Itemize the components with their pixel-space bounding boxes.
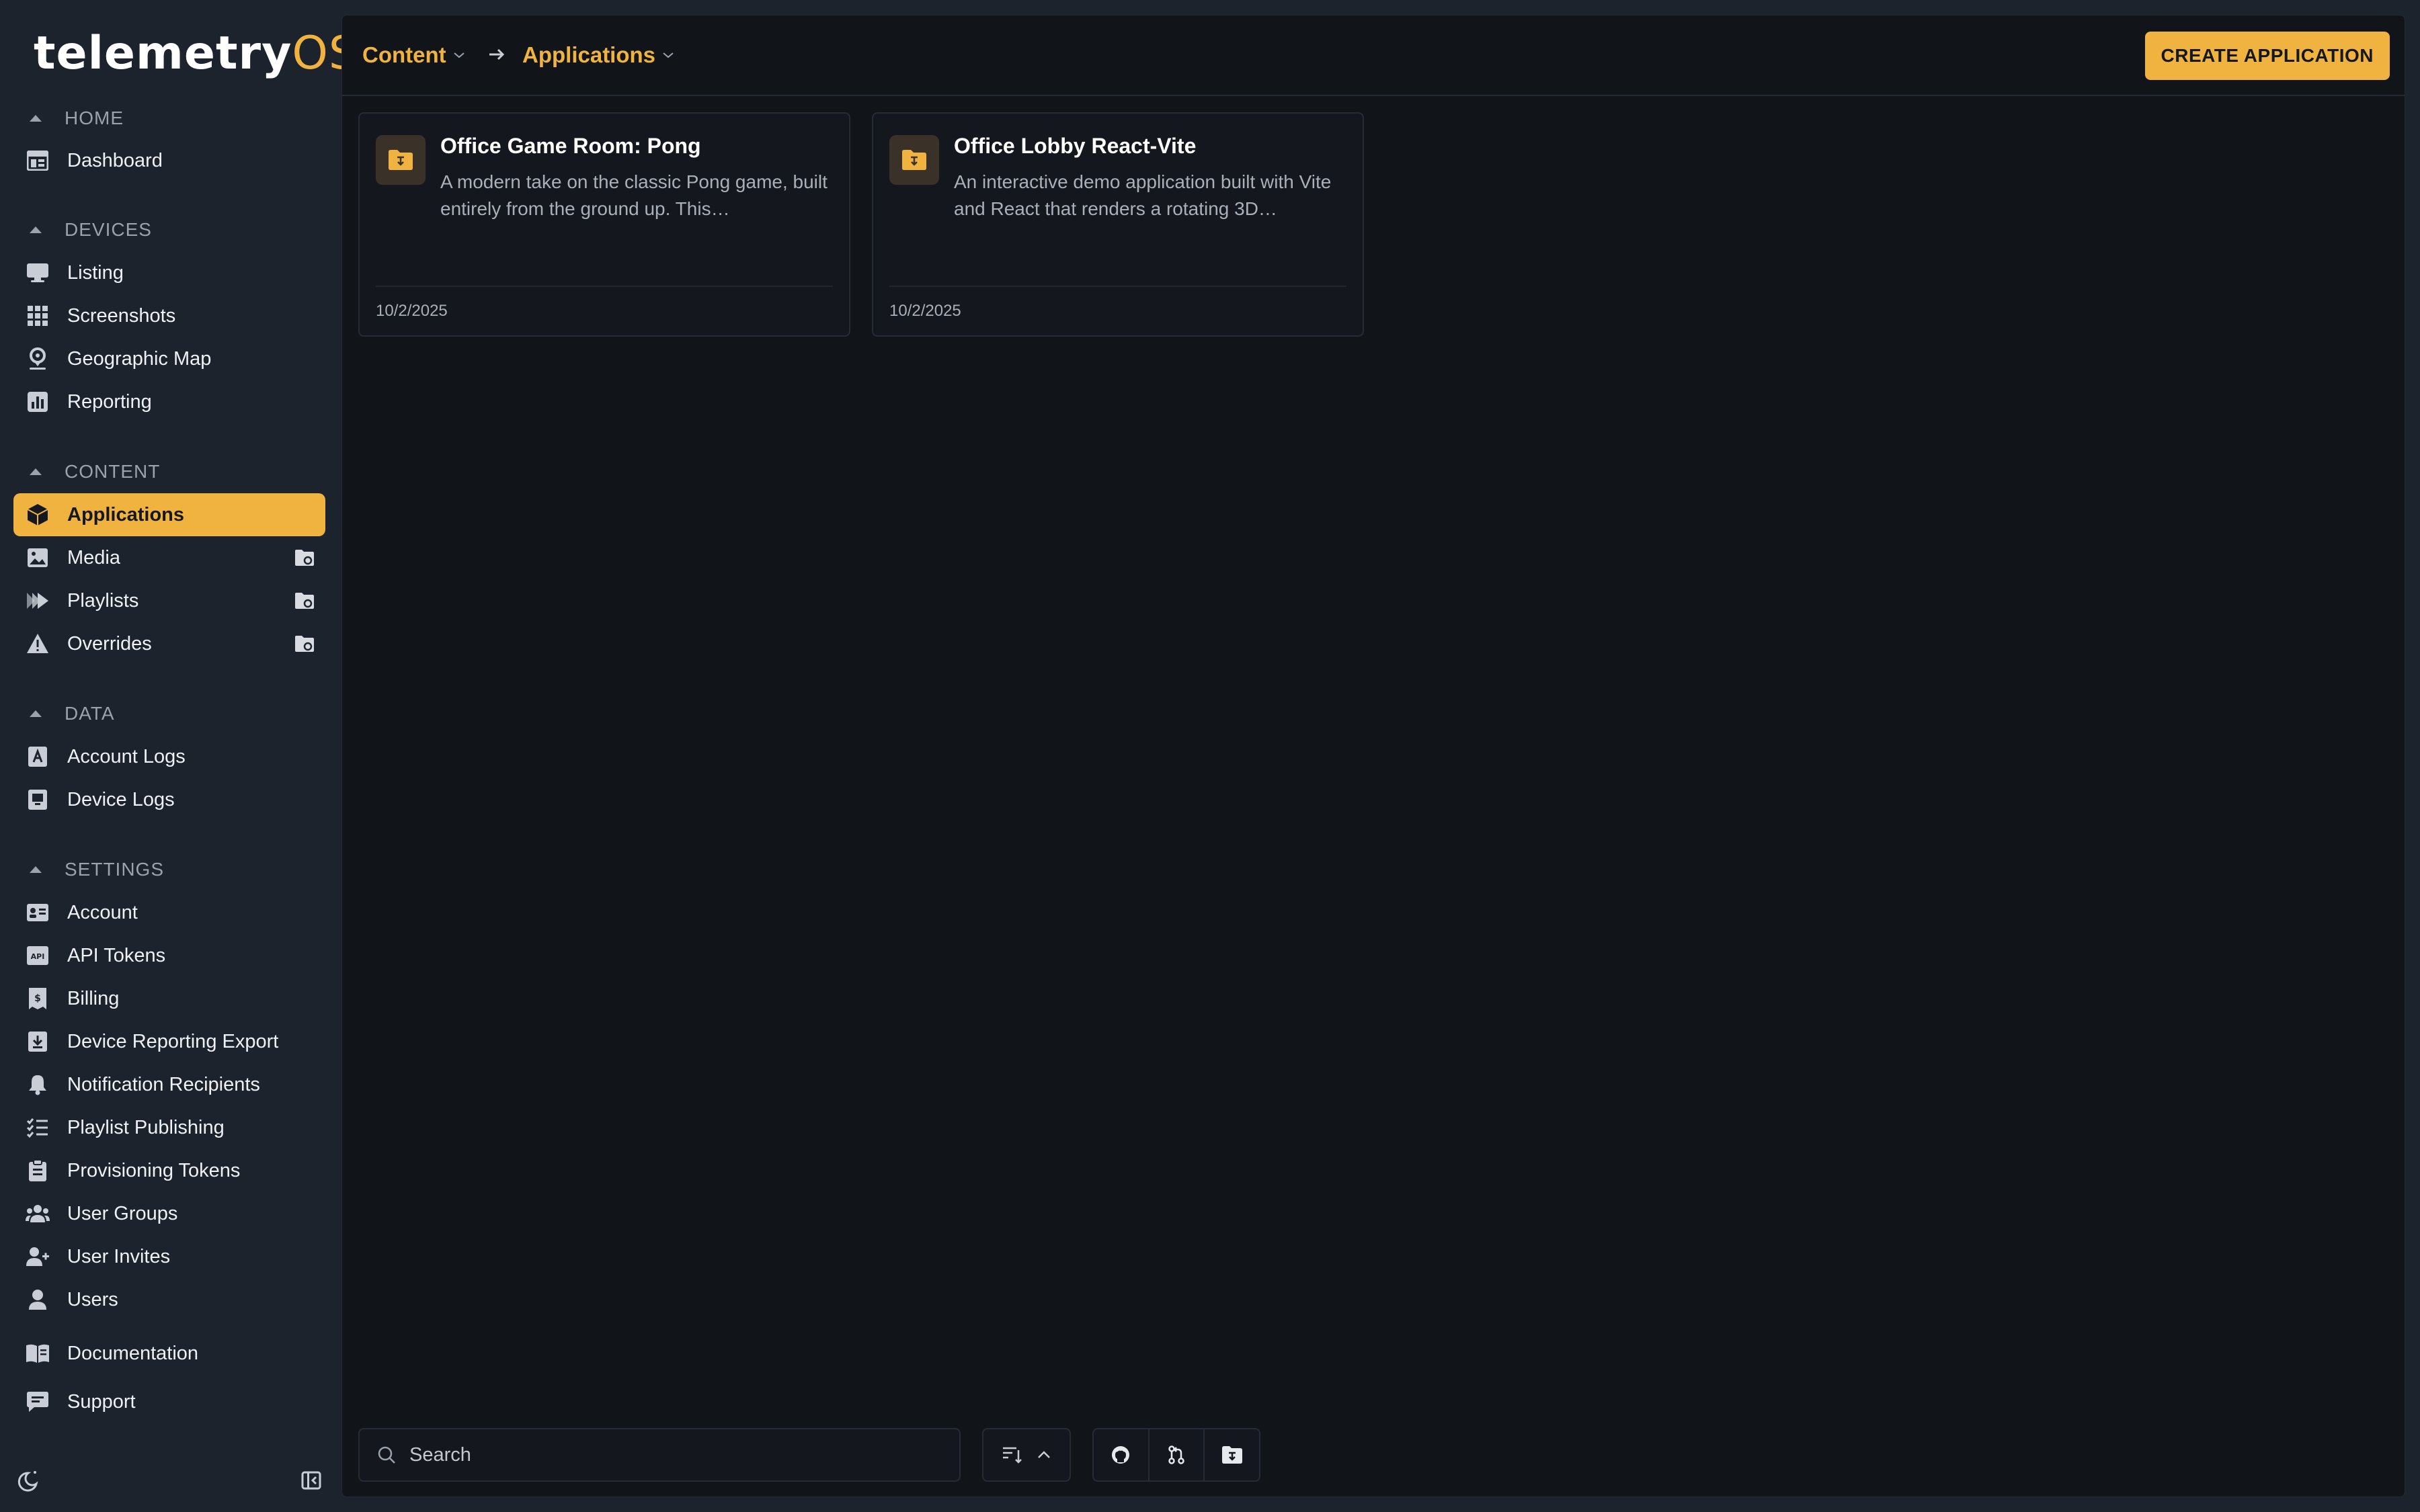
application-card[interactable]: Office Game Room: Pong A modern take on … (358, 112, 850, 337)
chevron-up-icon (1038, 1451, 1050, 1458)
sidebar-item-account[interactable]: Account (13, 891, 325, 934)
application-card[interactable]: Office Lobby React-Vite An interactive d… (872, 112, 1364, 337)
sidebar: telemetryOS HOME Dashboard DEVICES Listi… (0, 0, 358, 1512)
device-log-icon (26, 788, 50, 812)
cube-icon (26, 503, 50, 527)
card-divider (889, 286, 1346, 287)
github-button[interactable] (1094, 1429, 1150, 1480)
section-header-settings[interactable]: SETTINGS (27, 855, 164, 884)
sidebar-item-applications[interactable]: Applications (13, 493, 325, 536)
monitor-icon (26, 261, 50, 285)
sidebar-item-playlist-publishing[interactable]: Playlist Publishing (13, 1106, 325, 1149)
bell-icon (26, 1073, 50, 1097)
collapse-caret-icon (30, 710, 42, 717)
search-icon (378, 1446, 395, 1464)
collapse-caret-icon (30, 468, 42, 475)
sidebar-item-api-tokens[interactable]: API API Tokens (13, 934, 325, 977)
folder-sync-icon[interactable] (294, 548, 315, 567)
breadcrumb-applications[interactable]: Applications (522, 40, 674, 71)
download-icon (26, 1030, 50, 1054)
git-pull-request-icon (1168, 1445, 1184, 1464)
chat-icon (26, 1390, 50, 1414)
sidebar-item-device-reporting-export[interactable]: Device Reporting Export (13, 1020, 325, 1063)
user-plus-icon (26, 1245, 50, 1269)
users-icon (26, 1202, 50, 1226)
github-icon (1112, 1446, 1130, 1464)
chevron-down-icon (453, 52, 465, 58)
svg-text:$: $ (34, 993, 41, 1004)
dashboard-icon (26, 149, 50, 173)
collapse-caret-icon (30, 115, 42, 122)
image-icon (26, 546, 50, 570)
sidebar-item-documentation[interactable]: Documentation (13, 1332, 325, 1375)
sidebar-item-playlists[interactable]: Playlists (13, 579, 325, 622)
sidebar-item-user-groups[interactable]: User Groups (13, 1192, 325, 1235)
bar-chart-icon (26, 390, 50, 414)
search-box (358, 1428, 961, 1482)
sort-control[interactable] (982, 1428, 1071, 1482)
receipt-icon: $ (26, 986, 50, 1011)
map-pin-icon (26, 347, 50, 371)
top-bar: Content Applications CREATE APPLICATION (342, 15, 2405, 96)
collapse-caret-icon (30, 226, 42, 233)
breadcrumb-content[interactable]: Content (362, 40, 465, 71)
card-title: Office Lobby React-Vite (954, 134, 1197, 158)
sidebar-item-users[interactable]: Users (13, 1278, 325, 1321)
api-icon: API (26, 943, 50, 968)
sidebar-item-user-invites[interactable]: User Invites (13, 1235, 325, 1278)
sidebar-item-device-logs[interactable]: Device Logs (13, 778, 325, 821)
sidebar-item-support[interactable]: Support (13, 1380, 325, 1423)
card-description: An interactive demo application built wi… (954, 171, 1332, 219)
dark-mode-moon-icon[interactable] (16, 1469, 39, 1492)
main-panel: Content Applications CREATE APPLICATION … (341, 15, 2405, 1497)
card-date: 10/2/2025 (376, 302, 448, 320)
collapse-caret-icon (30, 866, 42, 873)
sort-icon (1003, 1447, 1022, 1464)
folder-sync-icon[interactable] (294, 634, 315, 653)
source-button-group (1092, 1428, 1260, 1482)
application-folder-icon (376, 135, 426, 185)
arrow-right-icon (489, 48, 505, 60)
sidebar-item-dashboard[interactable]: Dashboard (13, 139, 325, 182)
chevron-down-icon (663, 52, 674, 58)
sidebar-item-media[interactable]: Media (13, 536, 325, 579)
warning-icon (26, 632, 50, 656)
checklist-icon (26, 1116, 50, 1140)
section-header-home[interactable]: HOME (27, 103, 124, 133)
svg-text:API: API (31, 952, 45, 961)
sidebar-item-account-logs[interactable]: Account Logs (13, 735, 325, 778)
card-date: 10/2/2025 (889, 302, 961, 320)
sidebar-item-reporting[interactable]: Reporting (13, 380, 325, 423)
clipboard-icon (26, 1159, 50, 1183)
section-header-data[interactable]: DATA (27, 699, 115, 728)
id-card-icon (26, 900, 50, 925)
user-icon (26, 1288, 50, 1312)
section-header-content[interactable]: CONTENT (27, 457, 160, 487)
sidebar-item-provisioning-tokens[interactable]: Provisioning Tokens (13, 1149, 325, 1192)
sidebar-item-billing[interactable]: $ Billing (13, 977, 325, 1020)
telemetryos-logo[interactable]: telemetryOS (34, 26, 358, 82)
sidebar-item-screenshots[interactable]: Screenshots (13, 294, 325, 337)
card-description: A modern take on the classic Pong game, … (440, 171, 828, 219)
folder-upload-icon (1221, 1446, 1242, 1464)
search-input[interactable] (409, 1443, 947, 1466)
book-icon (26, 1341, 50, 1366)
card-divider (376, 286, 833, 287)
folder-upload-button[interactable] (1205, 1429, 1259, 1480)
application-folder-icon (889, 135, 939, 185)
section-header-devices[interactable]: DEVICES (27, 215, 152, 245)
grid-icon (26, 304, 50, 328)
card-title: Office Game Room: Pong (440, 134, 701, 158)
sidebar-item-notification-recipients[interactable]: Notification Recipients (13, 1063, 325, 1106)
create-application-button[interactable]: CREATE APPLICATION (2144, 32, 2390, 80)
sidebar-item-geographic-map[interactable]: Geographic Map (13, 337, 325, 380)
sidebar-item-overrides[interactable]: Overrides (13, 622, 325, 665)
sidebar-item-listing[interactable]: Listing (13, 251, 325, 294)
playlist-icon (26, 589, 50, 613)
folder-sync-icon[interactable] (294, 591, 315, 610)
account-log-icon (26, 745, 50, 769)
collapse-sidebar-icon[interactable] (301, 1470, 321, 1490)
git-pull-request-button[interactable] (1150, 1429, 1205, 1480)
